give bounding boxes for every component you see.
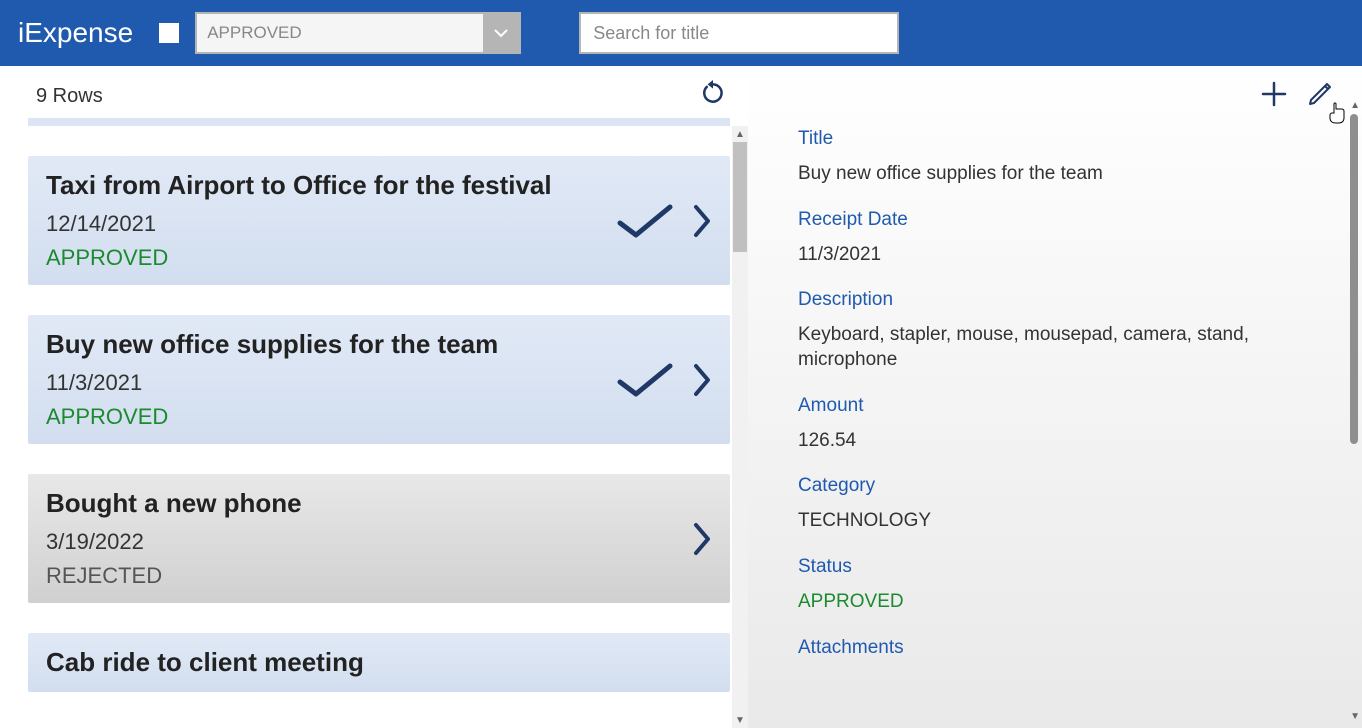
chevron-right-icon[interactable] bbox=[692, 360, 712, 400]
scroll-down-arrow-icon[interactable]: ▼ bbox=[732, 712, 748, 728]
expense-item-title: Bought a new phone bbox=[46, 488, 712, 519]
field-label-amount: Amount bbox=[798, 395, 1338, 417]
chevron-right-icon[interactable] bbox=[692, 519, 712, 559]
app-title: iExpense bbox=[18, 17, 133, 49]
expense-item-status: APPROVED bbox=[46, 404, 712, 430]
chevron-down-icon bbox=[483, 14, 519, 52]
field-label-category: Category bbox=[798, 475, 1338, 497]
expense-item-actions bbox=[692, 519, 712, 559]
expense-item-date: 12/14/2021 bbox=[46, 211, 712, 237]
expense-item[interactable]: Bought a new phone 3/19/2022 REJECTED bbox=[28, 474, 730, 603]
expense-item-date: 3/19/2022 bbox=[46, 529, 712, 555]
expense-item-status: REJECTED bbox=[46, 563, 712, 589]
expense-detail-panel: Title Buy new office supplies for the te… bbox=[748, 66, 1362, 728]
list-scrollbar[interactable]: ▲ ▼ bbox=[732, 126, 748, 728]
status-filter-value: APPROVED bbox=[197, 23, 483, 43]
field-label-description: Description bbox=[798, 289, 1338, 311]
field-value-amount: 126.54 bbox=[798, 429, 1258, 454]
expense-item-actions bbox=[616, 360, 712, 400]
checkmark-icon bbox=[616, 360, 674, 400]
field-label-status: Status bbox=[798, 556, 1338, 578]
field-value-title: Buy new office supplies for the team bbox=[798, 162, 1258, 187]
expense-item-title: Taxi from Airport to Office for the fest… bbox=[46, 170, 712, 201]
row-count-label: 9 Rows bbox=[36, 85, 103, 108]
field-value-description: Keyboard, stapler, mouse, mousepad, came… bbox=[798, 323, 1258, 372]
expense-item-actions bbox=[616, 201, 712, 241]
filter-checkbox[interactable] bbox=[157, 21, 181, 45]
field-value-receipt-date: 11/3/2021 bbox=[798, 243, 1258, 268]
list-header: 9 Rows bbox=[0, 66, 748, 118]
expense-item-title: Cab ride to client meeting bbox=[46, 647, 712, 678]
detail-scrollbar-thumb[interactable] bbox=[1350, 114, 1358, 444]
field-value-category: TECHNOLOGY bbox=[798, 509, 1258, 534]
field-label-attachments: Attachments bbox=[798, 637, 1338, 659]
expense-item-title: Buy new office supplies for the team bbox=[46, 329, 712, 360]
search-input[interactable] bbox=[579, 12, 899, 54]
detail-content: Title Buy new office supplies for the te… bbox=[798, 128, 1338, 659]
expense-item-date: 11/3/2021 bbox=[46, 370, 712, 396]
scroll-up-arrow-icon[interactable]: ▲ bbox=[732, 126, 748, 142]
expense-item-status: APPROVED bbox=[46, 245, 712, 271]
edit-button[interactable] bbox=[1306, 80, 1334, 108]
field-label-title: Title bbox=[798, 128, 1338, 150]
status-filter-select[interactable]: APPROVED bbox=[195, 12, 521, 54]
app-header: iExpense APPROVED bbox=[0, 0, 1362, 66]
field-value-status: APPROVED bbox=[798, 590, 1258, 615]
scroll-up-arrow-icon[interactable]: ▲ bbox=[1350, 100, 1360, 111]
refresh-button[interactable] bbox=[700, 80, 726, 112]
expense-item[interactable]: Cab ride to client meeting bbox=[28, 633, 730, 692]
expense-list-panel: 9 Rows Taxi from Airport to Office for t… bbox=[0, 66, 748, 728]
content-area: 9 Rows Taxi from Airport to Office for t… bbox=[0, 66, 1362, 728]
add-button[interactable] bbox=[1260, 80, 1288, 108]
detail-toolbar bbox=[1260, 80, 1334, 108]
scrollbar-thumb[interactable] bbox=[733, 142, 747, 252]
field-label-receipt-date: Receipt Date bbox=[798, 209, 1338, 231]
scroll-down-arrow-icon[interactable]: ▼ bbox=[1350, 711, 1360, 722]
expense-item[interactable]: Buy new office supplies for the team 11/… bbox=[28, 315, 730, 444]
chevron-right-icon[interactable] bbox=[692, 201, 712, 241]
list-scroll-area: Taxi from Airport to Office for the fest… bbox=[0, 126, 748, 728]
list-divider bbox=[28, 118, 730, 126]
expense-item[interactable]: Taxi from Airport to Office for the fest… bbox=[28, 156, 730, 285]
checkmark-icon bbox=[616, 201, 674, 241]
